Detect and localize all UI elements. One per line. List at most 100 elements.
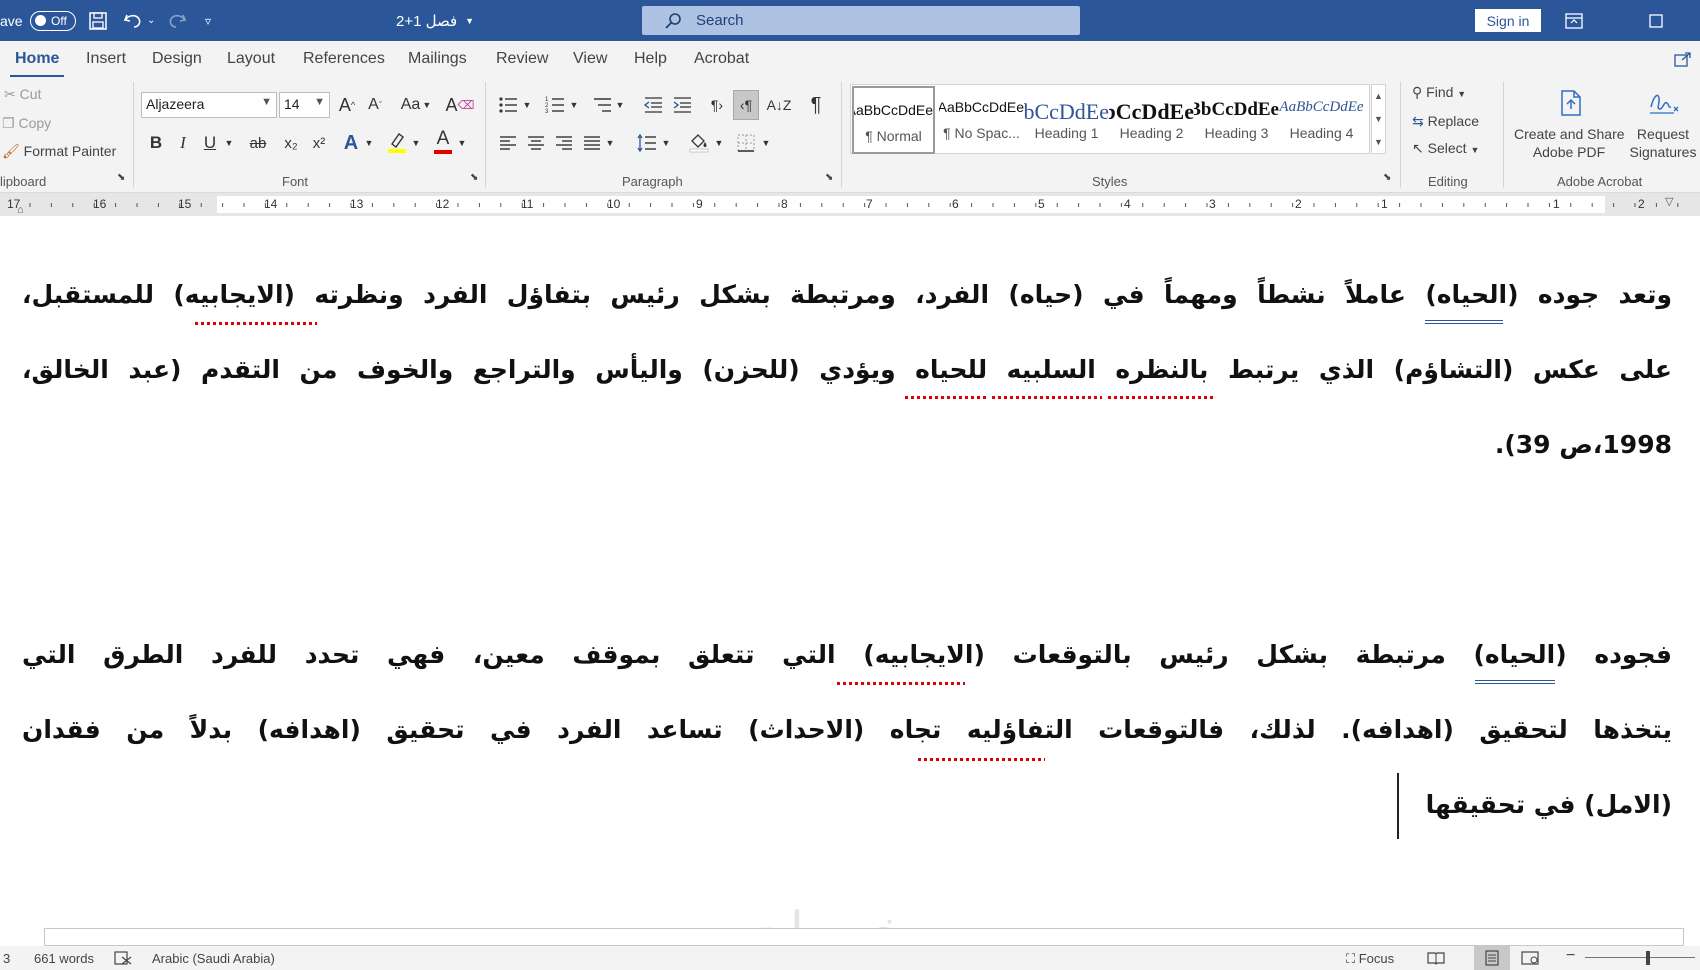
tab-home[interactable]: Home [15,50,59,68]
chevron-down-icon[interactable]: ▼ [660,130,672,156]
rtl-direction-icon[interactable]: ‹¶ [733,90,759,120]
highlighter-icon[interactable] [385,128,409,156]
style-heading-4[interactable]: AaBbCcDdEe Heading 4 [1279,85,1364,153]
clipboard-launcher-icon[interactable]: ⬊ [117,172,125,183]
tab-review[interactable]: Review [496,50,548,68]
find-button[interactable]: ⚲ Find ▼ [1412,84,1466,101]
undo-icon[interactable] [122,0,144,41]
style-no-spacing[interactable]: AaBbCcDdEe ¶ No Spac... [939,85,1024,153]
font-launcher-icon[interactable]: ⬊ [470,172,478,183]
bullets-icon[interactable] [496,92,520,118]
tab-view[interactable]: View [573,50,607,68]
justify-icon[interactable] [580,130,604,156]
share-icon[interactable] [1674,43,1692,75]
decrease-indent-icon[interactable] [641,92,665,118]
create-share-pdf-button[interactable]: Create and Share Adobe PDF [1514,126,1625,160]
autosave-toggle[interactable]: Off [30,10,76,31]
search-box[interactable]: Search [642,6,1080,35]
chevron-down-icon[interactable]: ▼ [568,92,580,118]
show-formatting-marks-icon[interactable]: ¶ [805,92,827,118]
paragraph-2[interactable]: فجوده (الحياه) مرتبطة بشكل رئيس بالتوقعا… [22,617,1672,842]
numbering-icon[interactable]: 123 [543,92,567,118]
left-indent-marker[interactable]: ⌂ [17,204,24,216]
change-case-button[interactable]: Aa ▼ [398,92,434,118]
customize-qat-icon[interactable]: ▿ [205,0,211,41]
styles-launcher-icon[interactable]: ⬊ [1383,172,1391,183]
copy-button[interactable]: ❐ Copy [2,115,51,132]
style-heading-1[interactable]: AaBbCcDdEeHeading 1 [1024,85,1109,153]
font-color-icon[interactable]: A [432,126,454,156]
redo-icon[interactable] [166,0,188,41]
page-number[interactable]: 3 [3,951,10,966]
select-button[interactable]: ↖ Select ▼ [1412,140,1479,157]
increase-indent-icon[interactable] [670,92,694,118]
tab-insert[interactable]: Insert [86,50,126,68]
grow-font-icon[interactable]: A ^ [336,92,358,118]
focus-button[interactable]: ⛶ Focus [1346,951,1394,967]
save-icon[interactable] [88,0,108,41]
clear-formatting-icon[interactable]: A ⌫ [446,92,475,118]
style-normal[interactable]: AaBbCcDdEe ¶ Normal [852,86,935,154]
align-center-icon[interactable] [524,130,548,156]
request-signatures-icon[interactable] [1647,88,1681,118]
chevron-down-icon[interactable]: ▼ [222,130,236,156]
web-layout-icon[interactable] [1521,951,1539,968]
chevron-down-icon[interactable]: ▼ [713,130,725,156]
text-effects-icon[interactable]: A [340,130,362,156]
tab-acrobat[interactable]: Acrobat [694,50,749,68]
format-painter-button[interactable]: 🖌 Format Painter [2,143,116,160]
ltr-direction-icon[interactable]: ¶› [705,92,729,118]
style-heading-3[interactable]: AaBbCcDdEe Heading 3 [1194,85,1279,153]
right-indent-marker[interactable]: ▽ [1665,195,1673,208]
multilevel-list-icon[interactable] [590,92,614,118]
chevron-down-icon[interactable]: ▼ [760,130,772,156]
chevron-down-icon[interactable]: ▼ [410,130,422,156]
align-left-icon[interactable] [496,130,520,156]
tab-help[interactable]: Help [634,50,667,68]
font-size-box[interactable]: 14 ▼ [279,92,330,118]
shading-icon[interactable] [686,128,712,156]
zoom-slider-thumb[interactable] [1646,951,1650,965]
sort-icon[interactable]: A↓Z [767,92,792,118]
document-title[interactable]: فصل 1+2 ▼ [396,0,474,41]
borders-icon[interactable] [734,130,758,156]
styles-scroll[interactable]: ▲ ▼ ▼ [1371,84,1386,154]
tab-design[interactable]: Design [152,50,202,68]
chevron-down-icon[interactable]: ▼ [521,92,533,118]
subscript-button[interactable]: x₂ [280,130,302,156]
italic-button[interactable]: I [173,130,193,156]
chevron-down-icon[interactable]: ▼ [604,130,616,156]
tab-layout[interactable]: Layout [227,50,275,68]
maximize-icon[interactable] [1649,0,1663,41]
bold-button[interactable]: B [146,130,166,156]
cut-button[interactable]: ✂ Cut [4,86,41,103]
tab-mailings[interactable]: Mailings [408,50,467,68]
print-layout-icon[interactable] [1474,946,1510,970]
chevron-down-icon[interactable]: ▼ [614,92,626,118]
superscript-button[interactable]: x² [308,130,330,156]
undo-dropdown-icon[interactable]: ⌄ [147,0,155,41]
replace-button[interactable]: ⇆ Replace [1412,113,1479,130]
font-name-box[interactable]: Aljazeera ▼ [141,92,277,118]
request-signatures-button[interactable]: Request Signatures [1628,126,1698,160]
paragraph-1[interactable]: وتعد جوده (الحياه) عاملاً نشطاً ومهماً ف… [22,257,1672,482]
paragraph-launcher-icon[interactable]: ⬊ [825,172,833,183]
language-indicator[interactable]: Arabic (Saudi Arabia) [152,951,275,966]
align-right-icon[interactable] [552,130,576,156]
word-count[interactable]: 661 words [34,951,94,966]
underline-button[interactable]: U [200,130,220,156]
shrink-font-icon[interactable]: Aˇ [364,92,386,118]
sign-in-button[interactable]: Sign in [1475,9,1541,32]
ruler[interactable]: 17 16 15 14 13 12 11 10 9 8 7 6 5 4 3 2 … [0,193,1700,216]
horizontal-scrollbar[interactable] [44,928,1684,946]
scroll-down-icon[interactable]: ▼ [1372,108,1385,131]
create-pdf-icon[interactable] [1556,88,1586,118]
style-heading-2[interactable]: AaBbCcDdEeHeading 2 [1109,85,1194,153]
zoom-slider-track[interactable] [1585,957,1695,958]
line-spacing-icon[interactable] [633,130,659,156]
proofing-icon[interactable] [114,951,132,968]
chevron-down-icon[interactable]: ▼ [456,130,468,156]
read-mode-icon[interactable] [1427,951,1445,968]
tab-references[interactable]: References [303,50,385,68]
chevron-down-icon[interactable]: ▼ [363,130,375,156]
